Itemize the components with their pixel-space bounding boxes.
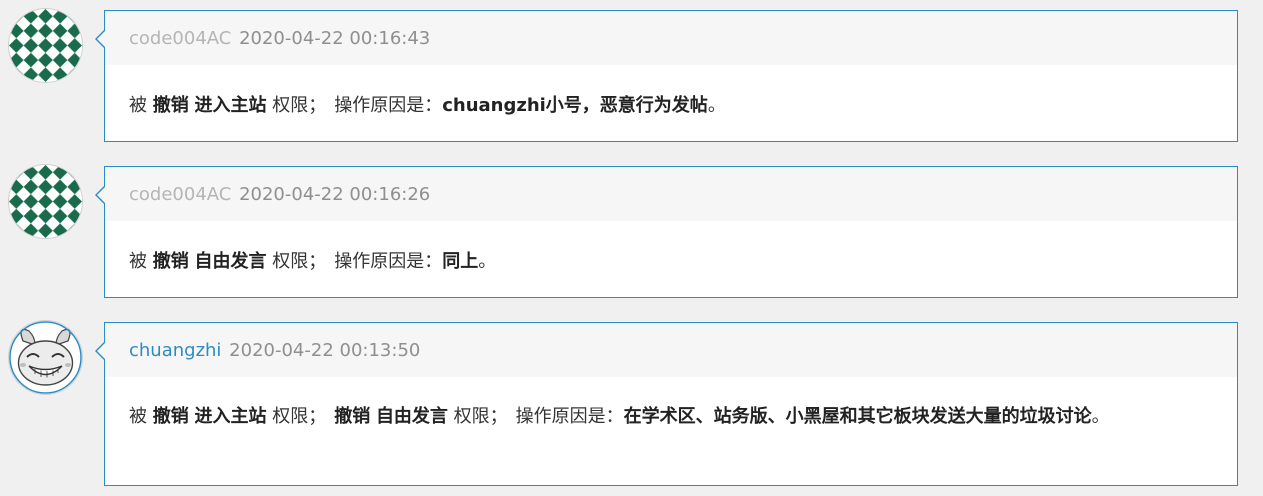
message-prefix: 被: [129, 95, 147, 116]
message-end: 。: [1091, 406, 1110, 427]
log-message: 被 撤销 进入主站 权限； 撤销 自由发言 权限； 操作原因是：在学术区、站务版、小…: [105, 377, 1237, 485]
permission-label-2: 自由发言: [375, 406, 448, 427]
action-label-2: 撤销: [334, 406, 371, 427]
timestamp: 2020-04-22 00:13:50: [229, 340, 421, 361]
permission-label: 自由发言: [194, 251, 267, 272]
avatar[interactable]: [9, 9, 82, 82]
message-end: 。: [478, 251, 497, 272]
log-message: 被 撤销 进入主站 权限； 操作原因是：chuangzhi小号，恶意行为发帖。: [105, 65, 1237, 141]
username-link[interactable]: chuangzhi: [129, 340, 221, 361]
rabbit-face-icon: [9, 321, 82, 394]
message-prefix: 被: [129, 251, 147, 272]
permission-suffix: 权限；: [272, 406, 327, 427]
moderation-log: code004AC 2020-04-22 00:16:43 被 撤销 进入主站 …: [0, 0, 1263, 496]
reason-label: 操作原因是：: [515, 406, 624, 427]
log-message: 被 撤销 自由发言 权限； 操作原因是：同上。: [105, 221, 1237, 297]
log-card: code004AC 2020-04-22 00:16:26 被 撤销 自由发言 …: [95, 166, 1238, 298]
action-label: 撤销: [152, 406, 189, 427]
timestamp: 2020-04-22 00:16:26: [239, 184, 431, 205]
card-pointer-inner: [97, 186, 106, 204]
permission-label: 进入主站: [194, 406, 267, 427]
action-label: 撤销: [152, 251, 189, 272]
permission-suffix: 权限；: [272, 95, 327, 116]
avatar[interactable]: [9, 165, 82, 238]
username[interactable]: code004AC: [129, 28, 231, 49]
username[interactable]: code004AC: [129, 184, 231, 205]
timestamp: 2020-04-22 00:16:43: [239, 28, 431, 49]
diamond-pattern-icon: [9, 9, 82, 82]
card-pointer-inner: [97, 342, 106, 360]
avatar[interactable]: [9, 321, 82, 394]
log-card: code004AC 2020-04-22 00:16:43 被 撤销 进入主站 …: [95, 10, 1238, 142]
permission-suffix: 权限；: [272, 251, 327, 272]
reason-text: 在学术区、站务版、小黑屋和其它板块发送大量的垃圾讨论: [623, 406, 1092, 427]
reason-text: chuangzhi小号，恶意行为发帖: [442, 95, 708, 116]
diamond-pattern-icon: [9, 165, 82, 238]
reason-label: 操作原因是：: [334, 251, 443, 272]
card-header: code004AC 2020-04-22 00:16:26: [105, 167, 1237, 221]
reason-text: 同上: [442, 251, 479, 272]
permission-label: 进入主站: [194, 95, 267, 116]
log-card: chuangzhi 2020-04-22 00:13:50 被 撤销 进入主站 …: [95, 322, 1238, 486]
card-pointer-inner: [97, 30, 106, 48]
permission-suffix-2: 权限；: [453, 406, 508, 427]
message-end: 。: [707, 95, 726, 116]
card-header: code004AC 2020-04-22 00:16:43: [105, 11, 1237, 65]
action-label: 撤销: [152, 95, 189, 116]
reason-label: 操作原因是：: [334, 95, 443, 116]
card-header: chuangzhi 2020-04-22 00:13:50: [105, 323, 1237, 377]
message-prefix: 被: [129, 406, 147, 427]
